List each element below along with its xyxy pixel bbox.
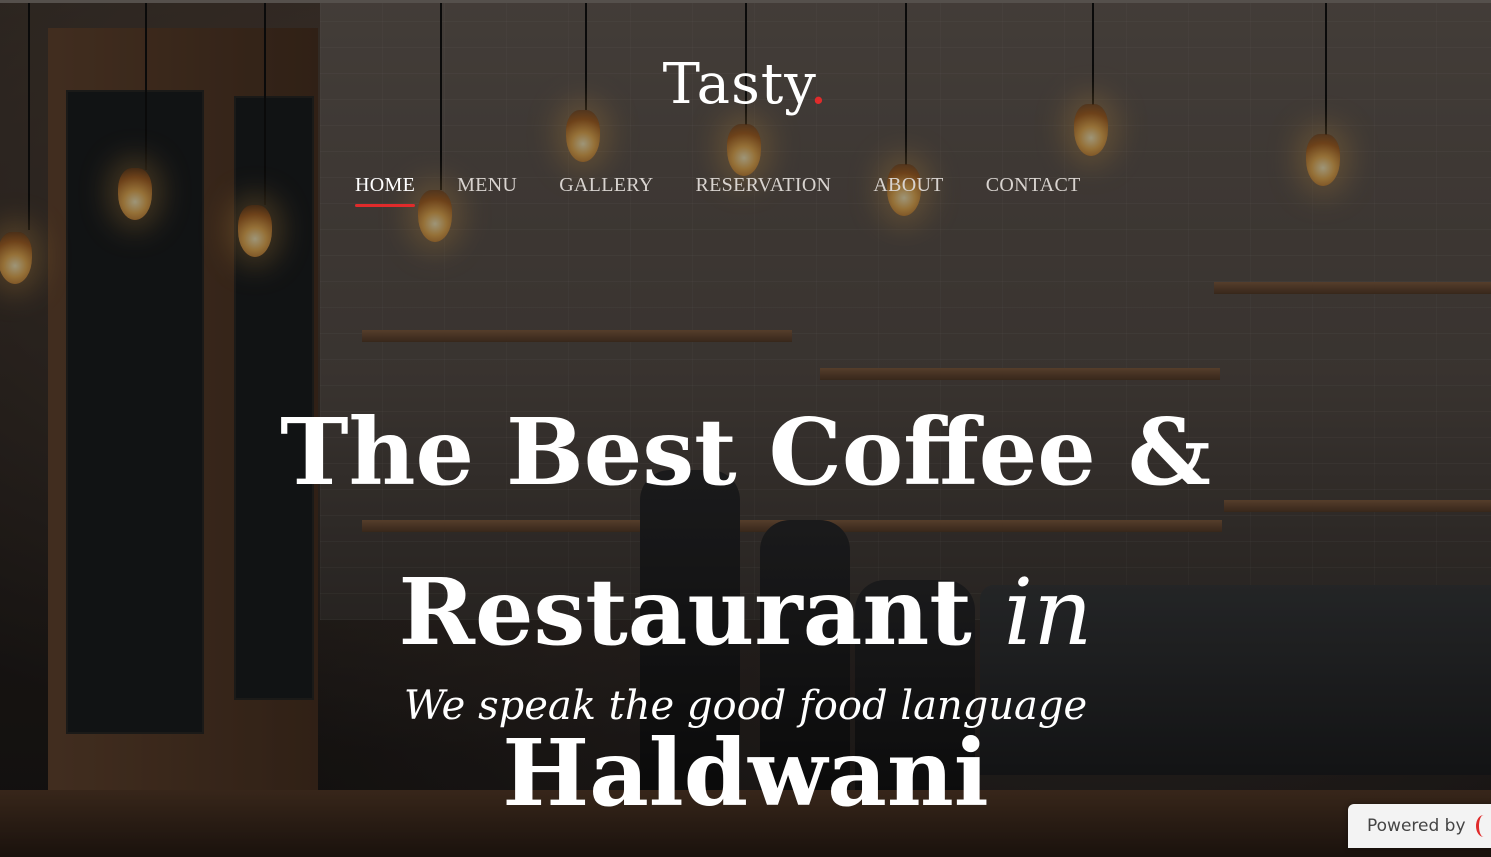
platform-logo-icon <box>1475 815 1491 837</box>
site-logo[interactable]: Tasty. <box>0 52 1491 117</box>
top-border <box>0 0 1491 3</box>
hero-section: Tasty. HOME MENU GALLERY RESERVATION ABO… <box>0 0 1491 857</box>
hero-headline-em: in <box>1003 559 1093 666</box>
hero-headline: The Best Coffee & Restaurant in Haldwani <box>0 372 1491 853</box>
hero-headline-city: Haldwani <box>502 719 989 827</box>
nav-item-menu[interactable]: MENU <box>457 174 517 207</box>
nav-item-reservation[interactable]: RESERVATION <box>696 174 832 207</box>
brand-name: Tasty <box>662 52 810 117</box>
powered-by-label: Powered by <box>1367 816 1466 836</box>
brand-dot: . <box>809 52 829 117</box>
nav-item-contact[interactable]: CONTACT <box>986 174 1081 207</box>
powered-by-badge[interactable]: Powered by <box>1348 804 1491 848</box>
nav-item-home[interactable]: HOME <box>355 174 416 207</box>
nav-item-about[interactable]: ABOUT <box>873 174 943 207</box>
nav-item-gallery[interactable]: GALLERY <box>559 174 653 207</box>
hero-tagline: We speak the good food language <box>403 683 1088 729</box>
main-navigation: HOME MENU GALLERY RESERVATION ABOUT CONT… <box>355 174 1081 207</box>
